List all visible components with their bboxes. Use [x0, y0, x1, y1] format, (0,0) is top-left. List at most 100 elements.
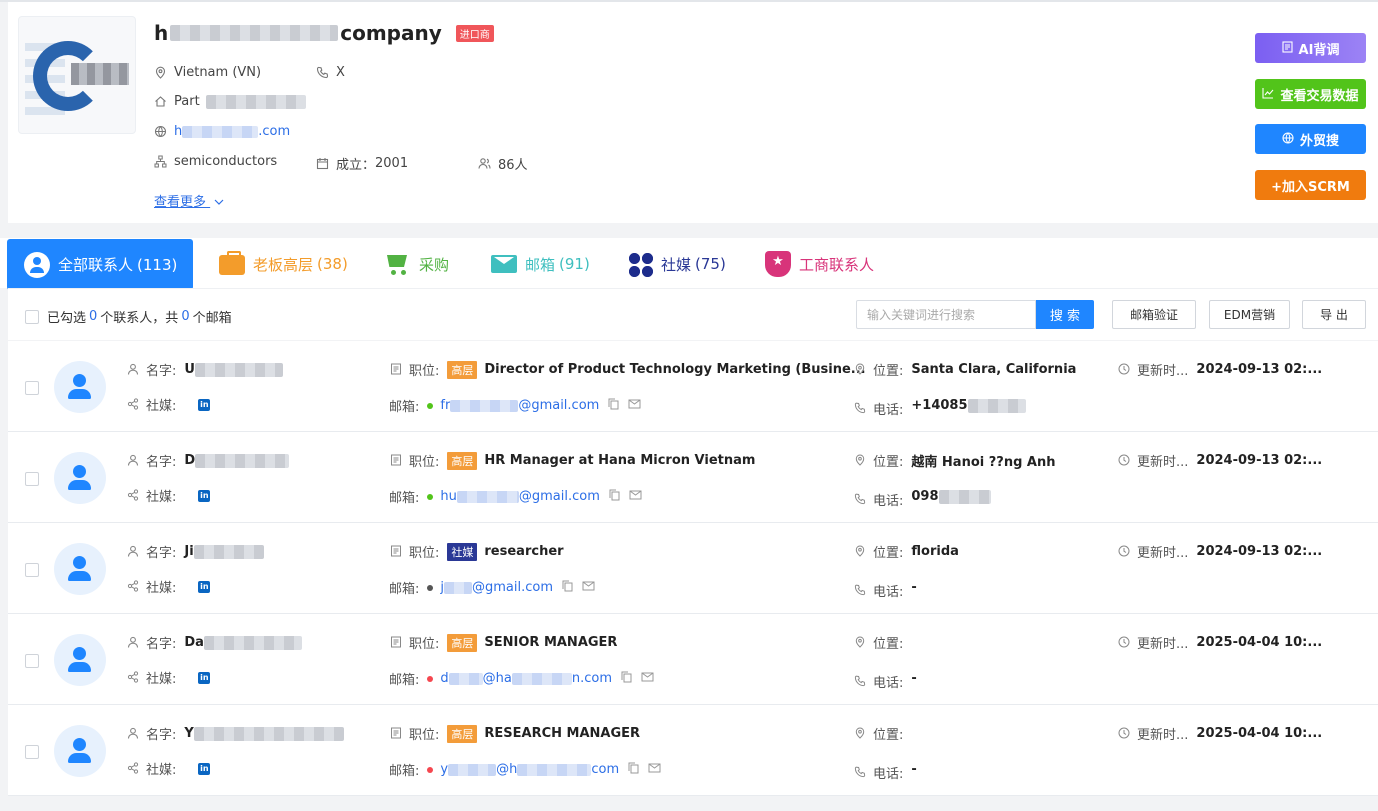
email-mid[interactable]: @ha	[483, 671, 512, 686]
clock-icon	[1117, 545, 1130, 558]
globe-icon	[1282, 131, 1294, 147]
copy-icon[interactable]	[608, 398, 619, 413]
send-mail-icon[interactable]	[648, 763, 661, 776]
tab-business-contacts[interactable]: 工商联系人	[765, 238, 874, 290]
phone-label: 电话:	[873, 494, 904, 509]
email-suffix[interactable]: @gmail.com	[519, 489, 600, 504]
email-label: 邮箱:	[389, 582, 420, 597]
company-phone: X	[316, 65, 345, 80]
share-icon	[126, 580, 139, 593]
contact-name: 名字: Ji	[126, 542, 264, 561]
phone-value: -	[911, 580, 917, 595]
contact-updated: 更新时... 2024-09-13 02:...	[1117, 360, 1322, 379]
copy-icon[interactable]	[621, 671, 632, 686]
contact-email: 邮箱: j @gmail.com	[389, 578, 595, 597]
title-label: 职位:	[409, 546, 440, 561]
see-more-link[interactable]: 查看更多	[154, 191, 224, 210]
title-label: 职位:	[409, 728, 440, 743]
send-mail-icon[interactable]	[582, 581, 595, 594]
location-label: 位置:	[873, 546, 904, 561]
shopping-cart-icon	[385, 251, 411, 277]
edm-marketing-button[interactable]: EDM营销	[1209, 300, 1290, 329]
company-website[interactable]: h .com	[154, 124, 290, 139]
select-all-checkbox[interactable]	[25, 309, 39, 324]
row-checkbox[interactable]	[25, 563, 39, 577]
search-button[interactable]: 搜 索	[1036, 300, 1094, 329]
email-suffix[interactable]: n.com	[572, 671, 612, 686]
copy-icon[interactable]	[628, 762, 639, 777]
linkedin-icon[interactable]: in	[198, 671, 211, 684]
keyword-search-input[interactable]	[856, 300, 1036, 329]
user-icon	[24, 251, 50, 278]
row-checkbox[interactable]	[25, 381, 39, 395]
location-label: 位置:	[873, 455, 904, 470]
location-value: 越南 Hanoi ??ng Anh	[911, 455, 1056, 470]
redacted-name	[195, 453, 290, 468]
email-label: 邮箱:	[389, 764, 420, 779]
email-suffix[interactable]: @gmail.com	[518, 398, 599, 413]
redacted-website	[182, 125, 259, 138]
send-mail-icon[interactable]	[628, 399, 641, 412]
importer-badge: 进口商	[455, 24, 494, 42]
row-checkbox[interactable]	[25, 745, 39, 759]
linkedin-icon[interactable]: in	[198, 489, 211, 502]
add-to-scrm-button[interactable]: +加入SCRM	[1255, 170, 1366, 200]
email-status-dot	[427, 584, 434, 591]
row-checkbox[interactable]	[25, 654, 39, 668]
contact-social: 社媒: in	[126, 486, 211, 505]
phone-label: 电话:	[873, 676, 904, 691]
email-prefix[interactable]: hu	[440, 489, 456, 504]
tab-purchasing[interactable]: 采购	[385, 238, 449, 290]
linkedin-icon[interactable]: in	[198, 398, 211, 411]
contact-email: 邮箱: fr @gmail.com	[389, 396, 641, 415]
company-name: h company 进口商	[154, 21, 494, 45]
website-suffix[interactable]: .com	[258, 124, 290, 139]
copy-icon[interactable]	[609, 489, 620, 504]
tab-all-contacts[interactable]: 全部联系人 (113)	[7, 239, 193, 290]
linkedin-icon[interactable]: in	[198, 762, 211, 775]
linkedin-icon[interactable]: in	[198, 580, 211, 593]
company-name-suffix: company	[340, 21, 442, 45]
contact-row[interactable]: 名字: U 社媒: in 职位: 高层 Director of Product …	[8, 341, 1378, 432]
email-suffix[interactable]: @gmail.com	[472, 580, 553, 595]
email-count: 0	[181, 309, 190, 324]
email-prefix[interactable]: fr	[440, 398, 450, 413]
export-button[interactable]: 导 出	[1302, 300, 1366, 329]
row-checkbox[interactable]	[25, 472, 39, 486]
contact-row[interactable]: 名字: Ji 社媒: in 职位: 社媒 researcher 邮箱: j @g…	[8, 523, 1378, 614]
star-badge-icon	[765, 251, 791, 277]
updated-value: 2024-09-13 02:...	[1196, 544, 1323, 559]
redacted-address	[205, 94, 306, 109]
phone-text: X	[336, 65, 345, 80]
tab-executives[interactable]: 老板高层 (38)	[219, 238, 348, 290]
company-logo	[18, 16, 136, 134]
website-prefix[interactable]: h	[174, 124, 182, 139]
name-label: 名字:	[146, 728, 177, 743]
email-prefix[interactable]: d	[440, 671, 448, 686]
ai-background-check-button[interactable]: AI背调	[1255, 33, 1366, 63]
send-mail-icon[interactable]	[641, 672, 654, 685]
view-trade-data-button[interactable]: 查看交易数据	[1255, 79, 1366, 109]
see-more-text[interactable]: 查看更多	[154, 195, 206, 210]
tab-social[interactable]: 社媒 (75)	[627, 238, 726, 290]
clock-icon	[1117, 363, 1130, 376]
email-verify-button[interactable]: 邮箱验证	[1112, 300, 1196, 329]
contact-row[interactable]: 名字: Da 社媒: in 职位: 高层 SENIOR MANAGER 邮箱: …	[8, 614, 1378, 705]
email-prefix[interactable]: y	[440, 762, 448, 777]
send-mail-icon[interactable]	[629, 490, 642, 503]
foreign-trade-search-button[interactable]: 外贸搜	[1255, 124, 1366, 154]
selected-count: 0	[89, 309, 98, 324]
company-name-prefix: h	[154, 21, 169, 45]
user-icon	[126, 636, 139, 649]
email-mid[interactable]: @h	[496, 762, 517, 777]
redacted-phone	[938, 489, 991, 504]
email-status-dot	[427, 675, 434, 682]
tab-email[interactable]: 邮箱 (91)	[491, 238, 590, 290]
email-suffix[interactable]: com	[591, 762, 619, 777]
contact-row[interactable]: 名字: D 社媒: in 职位: 高层 HR Manager at Hana M…	[8, 432, 1378, 523]
social-label: 社媒:	[146, 672, 177, 687]
redacted-email	[450, 399, 519, 412]
redacted-name	[203, 635, 302, 650]
copy-icon[interactable]	[562, 580, 573, 595]
contact-row[interactable]: 名字: Y 社媒: in 职位: 高层 RESEARCH MANAGER 邮箱:…	[8, 705, 1378, 796]
